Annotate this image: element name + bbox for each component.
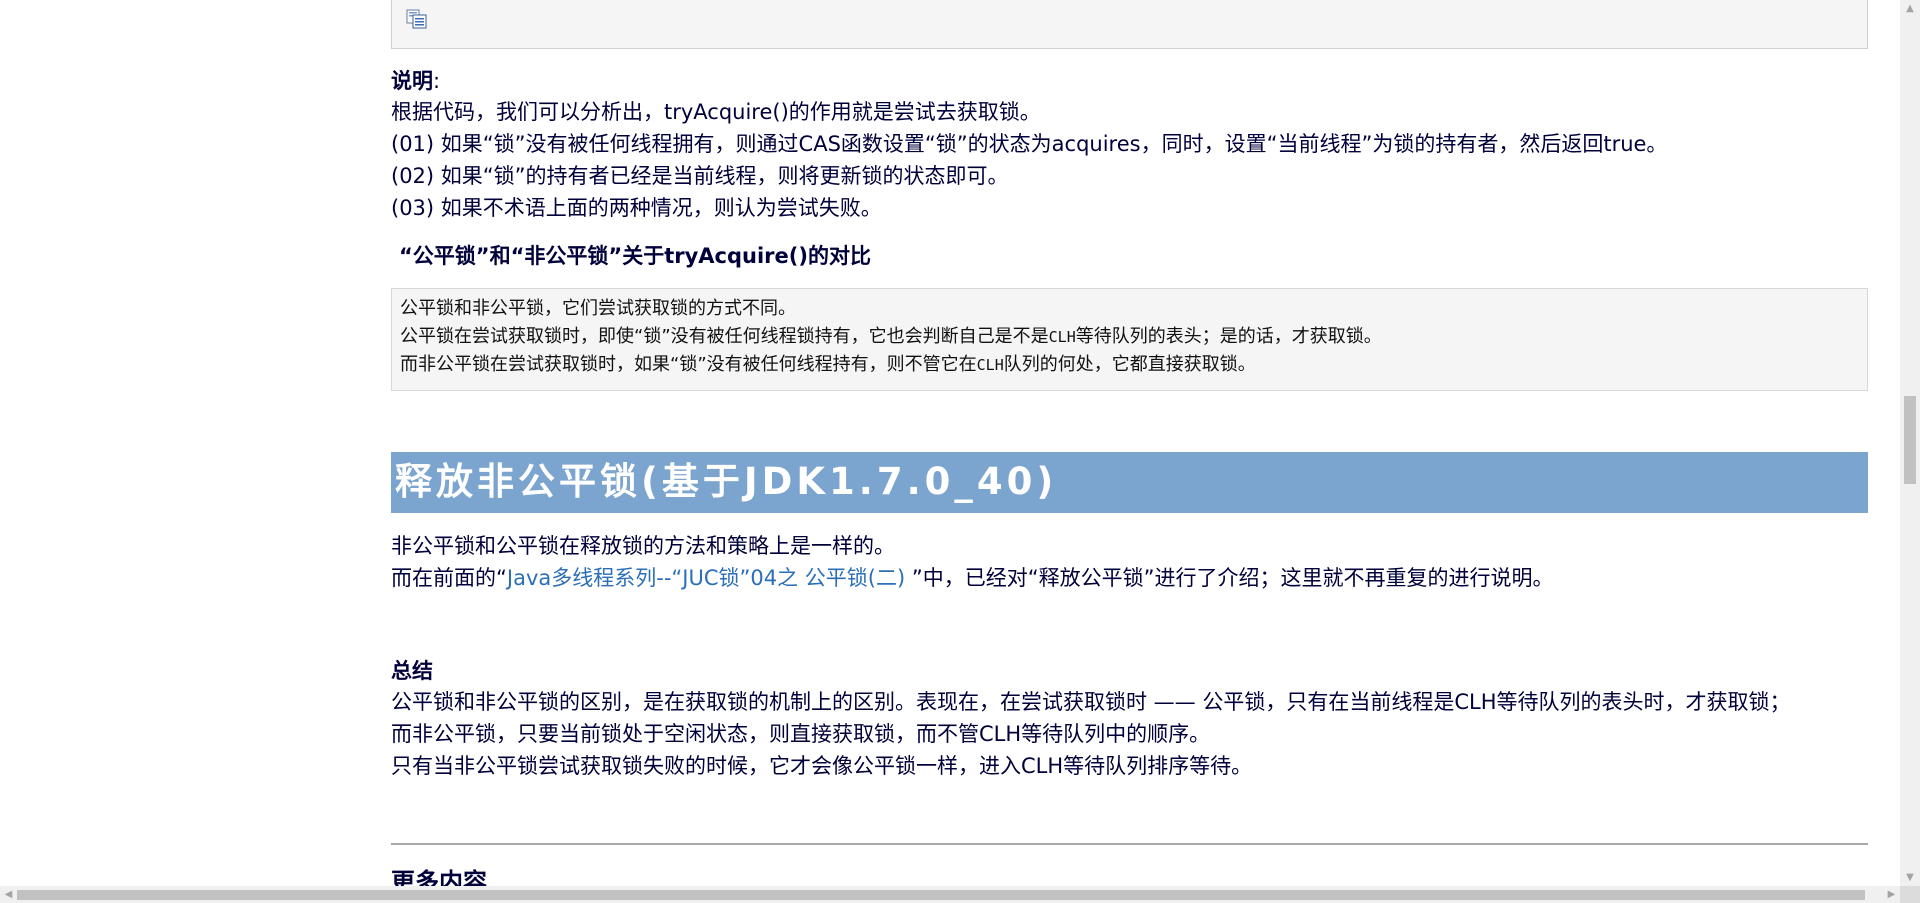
explanation-label: 说明: [391,66,440,96]
explanation-line-2: (01) 如果“锁”没有被任何线程拥有，则通过CAS函数设置“锁”的状态为acq… [391,132,1668,156]
comparison-heading: “公平锁”和“非公平锁”关于tryAcquire()的对比 [399,244,871,268]
vertical-scroll-thumb[interactable] [1904,396,1916,484]
section-title: 释放非公平锁(基于JDK1.7.0_40) [395,460,1058,503]
code-block [391,0,1868,49]
scroll-right-arrow-icon[interactable]: ▶ [1883,886,1900,903]
explanation-label-text: 说明 [391,69,433,93]
note-line-3-part-b: 队列的何处，它都直接获取锁。 [1003,354,1256,375]
release-line-2-prefix: 而在前面的“ [391,566,507,590]
scroll-down-arrow-icon[interactable]: ▼ [1900,869,1920,886]
note-line-2-part-b: 等待队列的表头；是的话，才获取锁。 [1075,326,1382,347]
note-line-3-code: CLH [976,356,1004,374]
section-divider [391,843,1868,845]
scroll-left-arrow-icon[interactable]: ◀ [0,886,17,903]
note-line-3-part-a: 而非公平锁在尝试获取锁时，如果“锁”没有被任何线程持有，则不管它在 [400,354,977,375]
note-line-2-part-a: 公平锁在尝试获取锁时，即使“锁”没有被任何线程锁持有，它也会判断自己是不是 [400,326,1049,347]
explanation-colon: : [433,69,441,93]
fair-lock-article-link[interactable]: Java多线程系列--“JUC锁”04之 公平锁(二) [507,566,905,590]
scrollbar-corner [1900,886,1920,903]
release-line-2-suffix: ”中，已经对“释放公平锁”进行了介绍；这里就不再重复的进行说明。 [905,566,1554,590]
summary-label: 总结 [391,659,433,683]
comparison-note-box: 公平锁和非公平锁，它们尝试获取锁的方式不同。 公平锁在尝试获取锁时，即使“锁”没… [391,288,1868,391]
note-line-1: 公平锁和非公平锁，它们尝试获取锁的方式不同。 [400,298,796,319]
scroll-up-arrow-icon[interactable]: ▲ [1900,0,1920,17]
summary-line-3: 只有当非公平锁尝试获取锁失败的时候，它才会像公平锁一样，进入CLH等待队列排序等… [391,754,1253,778]
horizontal-scrollbar[interactable]: ◀ ▶ [0,886,1900,903]
more-content-heading: 更多内容 [391,868,487,886]
release-line-1: 非公平锁和公平锁在释放锁的方法和策略上是一样的。 [391,534,895,558]
release-line-2: 而在前面的“Java多线程系列--“JUC锁”04之 公平锁(二) ”中，已经对… [391,562,1553,594]
summary-line-2: 而非公平锁，只要当前锁处于空闲状态，则直接获取锁，而不管CLH等待队列中的顺序。 [391,722,1211,746]
note-line-3: 而非公平锁在尝试获取锁时，如果“锁”没有被任何线程持有，则不管它在CLH队列的何… [400,351,1256,379]
note-line-2: 公平锁在尝试获取锁时，即使“锁”没有被任何线程锁持有，它也会判断自己是不是CLH… [400,323,1382,351]
explanation-line-1: 根据代码，我们可以分析出，tryAcquire()的作用就是尝试去获取锁。 [391,100,1041,124]
explanation-line-3: (02) 如果“锁”的持有者已经是当前线程，则将更新锁的状态即可。 [391,164,1009,188]
explanation-line-4: (03) 如果不术语上面的两种情况，则认为尝试失败。 [391,196,882,220]
horizontal-scroll-thumb[interactable] [17,890,1865,900]
note-line-2-code: CLH [1048,328,1076,346]
page-viewport: 说明: 根据代码，我们可以分析出，tryAcquire()的作用就是尝试去获取锁… [0,0,1900,886]
copy-icon[interactable] [406,9,428,29]
section-heading-bar: 释放非公平锁(基于JDK1.7.0_40) [391,452,1868,513]
vertical-scrollbar[interactable]: ▲ ▼ [1900,0,1920,886]
summary-line-1: 公平锁和非公平锁的区别，是在获取锁的机制上的区别。表现在，在尝试获取锁时 —— … [391,690,1791,714]
